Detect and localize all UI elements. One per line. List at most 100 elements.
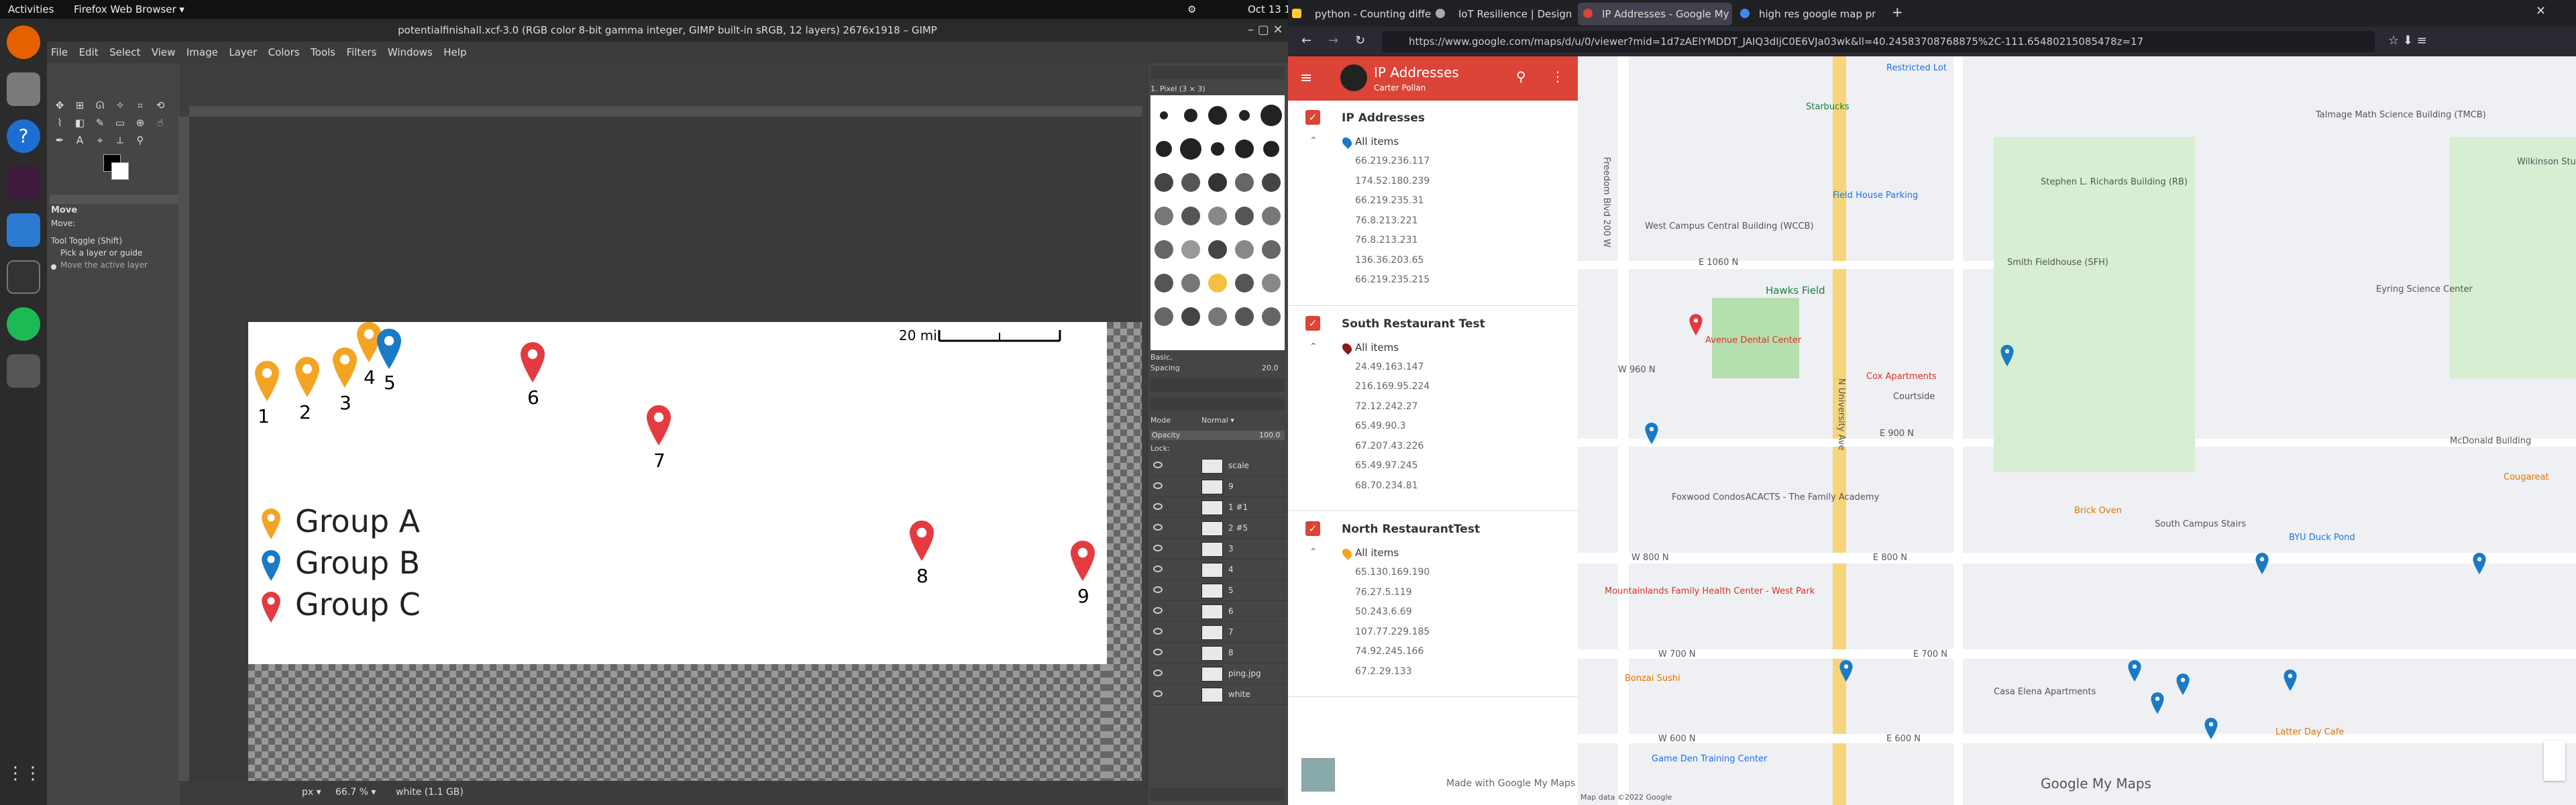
map-marker-icon[interactable] (2473, 553, 2486, 574)
group-checkbox[interactable]: ✓ (1305, 521, 1320, 536)
ip-list-item[interactable]: 50.243.6.69 (1355, 606, 1412, 617)
align-tool-icon[interactable]: ⊞ (72, 99, 87, 114)
group-checkbox[interactable]: ✓ (1305, 315, 1320, 331)
files-icon[interactable] (7, 72, 40, 106)
avatar[interactable] (1340, 64, 1367, 91)
mode-select[interactable]: Normal ▾ (1201, 416, 1234, 425)
brush-actions[interactable] (1150, 378, 1285, 392)
visibility-eye-icon[interactable] (1153, 503, 1163, 510)
ip-list-item[interactable]: 216.169.95.224 (1355, 381, 1430, 392)
visibility-eye-icon[interactable] (1153, 669, 1163, 676)
back-icon[interactable]: ← (1301, 34, 1311, 48)
lasso-tool-icon[interactable]: ᘏ (93, 99, 107, 114)
menu-colors[interactable]: Colors (264, 42, 304, 63)
visibility-eye-icon[interactable] (1153, 607, 1163, 614)
brush-grid[interactable] (1150, 95, 1285, 350)
spacing-value[interactable]: 20.0 (1262, 364, 1279, 372)
tab-ip-addresses[interactable]: IP Addresses - Google My (1578, 3, 1732, 25)
reload-icon[interactable]: ↻ (1355, 34, 1365, 48)
layer-row[interactable]: 5 (1148, 581, 1289, 601)
map-marker-icon[interactable] (2176, 674, 2190, 695)
show-apps-icon[interactable]: ⋮⋮⋮ (7, 763, 59, 797)
tab-python[interactable]: python - Counting differe (1291, 3, 1432, 25)
tab-high-res[interactable]: high res google map png (1735, 3, 1876, 25)
ip-list-item[interactable]: 76.8.213.231 (1355, 235, 1418, 246)
visibility-eye-icon[interactable] (1153, 524, 1163, 531)
firefox-icon[interactable] (7, 25, 40, 59)
layer-row[interactable]: 4 (1148, 560, 1289, 580)
smudge-tool-icon[interactable]: ☝ (153, 117, 168, 131)
visibility-eye-icon[interactable] (1153, 566, 1163, 572)
layer-row[interactable]: 7 (1148, 623, 1289, 643)
layer-row[interactable]: ping.jpg (1148, 664, 1289, 684)
ip-list-item[interactable]: 74.92.245.166 (1355, 646, 1424, 657)
brushes-tabs[interactable] (1150, 66, 1285, 79)
visibility-eye-icon[interactable] (1153, 628, 1163, 635)
bucket-fill-icon[interactable]: ◧ (72, 117, 87, 131)
network-icon[interactable]: ⚙ (1187, 3, 1196, 15)
close-window-icon[interactable]: ✕ (2536, 4, 2546, 18)
map-marker-icon[interactable] (1839, 660, 1853, 682)
layers-tabs[interactable] (1150, 397, 1285, 411)
layer-row[interactable]: 8 (1148, 643, 1289, 663)
spotify-icon[interactable] (7, 307, 40, 341)
url-input[interactable]: https://www.google.com/maps/d/u/0/viewer… (1382, 31, 2375, 52)
menu-image[interactable]: Image (182, 42, 222, 63)
map-marker-icon[interactable] (2000, 345, 2014, 366)
visibility-eye-icon[interactable] (1153, 649, 1163, 655)
menu-view[interactable]: View (148, 42, 180, 63)
ip-list-item[interactable]: 66.219.235.31 (1355, 195, 1424, 206)
layer-row[interactable]: scale (1148, 456, 1289, 476)
zoom-select[interactable]: 66.7 % ▾ (335, 787, 376, 798)
eraser-icon[interactable]: ▭ (113, 117, 127, 131)
menu-edit[interactable]: Edit (75, 42, 103, 63)
collapse-chevron-icon[interactable]: ⌃ (1309, 547, 1318, 557)
app-menu[interactable]: Firefox Web Browser ▾ (74, 3, 184, 15)
map-marker-icon[interactable] (2204, 718, 2218, 739)
ip-list-item[interactable]: 66.219.235.215 (1355, 274, 1430, 285)
layer-row[interactable]: white (1148, 685, 1289, 705)
menu-tools[interactable]: Tools (307, 42, 339, 63)
menu-select[interactable]: Select (105, 42, 144, 63)
ip-list-item[interactable]: 66.219.236.117 (1355, 156, 1430, 166)
all-items-label[interactable]: All items (1355, 547, 1399, 559)
activities-button[interactable]: Activities (8, 3, 54, 15)
ip-list-item[interactable]: 65.130.169.190 (1355, 567, 1430, 578)
new-tab-icon[interactable]: + (1892, 4, 1903, 20)
vscode-icon[interactable] (7, 213, 40, 247)
image-canvas[interactable]: 20 mi Group A Group B Group C 1 2 3 4 5 … (248, 322, 1107, 664)
layer-actions[interactable] (1150, 788, 1285, 801)
layer-row[interactable]: 6 (1148, 602, 1289, 622)
ip-list-item[interactable]: 136.36.203.65 (1355, 255, 1424, 266)
visibility-eye-icon[interactable] (1153, 482, 1163, 489)
transform-tool-icon[interactable]: ⟲ (153, 99, 168, 114)
ip-list-item[interactable]: 76.8.213.221 (1355, 215, 1418, 226)
ip-list-item[interactable]: 24.49.163.147 (1355, 362, 1424, 372)
layer-row[interactable]: 9 (1148, 477, 1289, 497)
map-marker-icon[interactable] (2255, 553, 2269, 574)
background-color[interactable] (111, 162, 129, 180)
zoom-controls[interactable] (2544, 741, 2565, 781)
forward-icon[interactable]: → (1328, 34, 1338, 48)
paths-tool-icon[interactable]: ✒ (52, 134, 67, 149)
measure-tool-icon[interactable]: ⟂ (113, 134, 127, 149)
basemap-thumbnail[interactable] (1301, 758, 1335, 792)
text-tool-icon[interactable]: A (72, 134, 87, 149)
gimp-icon[interactable] (7, 354, 40, 388)
visibility-eye-icon[interactable] (1153, 462, 1163, 468)
ip-list-item[interactable]: 174.52.180.239 (1355, 176, 1430, 186)
paintbrush-icon[interactable]: ✎ (93, 117, 107, 131)
search-icon[interactable]: ⚲ (1516, 68, 1526, 85)
slack-icon[interactable] (7, 166, 40, 200)
crop-tool-icon[interactable]: ⌗ (133, 99, 148, 114)
menu-filters[interactable]: Filters (342, 42, 380, 63)
ip-list-item[interactable]: 65.49.97.245 (1355, 460, 1418, 471)
move-active-radio[interactable]: Move the active layer (60, 260, 148, 270)
map-marker-icon[interactable] (1689, 314, 1703, 335)
ip-list-item[interactable]: 72.12.242.27 (1355, 401, 1418, 412)
more-icon[interactable]: ⋮ (1551, 68, 1564, 85)
zoom-tool-icon[interactable]: ⚲ (133, 134, 148, 149)
group-checkbox[interactable]: ✓ (1305, 110, 1320, 125)
map-view[interactable]: Restricted Lot Starbucks Stephen L. Rich… (1578, 56, 2576, 805)
layer-row[interactable]: 3 (1148, 539, 1289, 559)
